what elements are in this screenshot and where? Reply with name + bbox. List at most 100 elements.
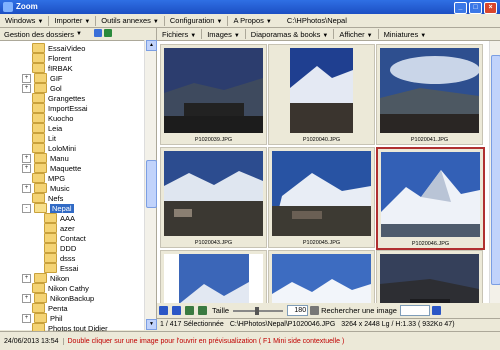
expand-icon [22,65,29,72]
thumbnail-image [164,254,263,303]
menu-images[interactable]: Images ▼ [202,30,245,39]
chevron-down-icon: ▼ [84,19,91,25]
prev-arrow-icon[interactable] [159,306,168,315]
slider-knob[interactable] [255,306,260,315]
expand-icon [22,145,29,152]
thumbnail-grid: P1020039.JPG P1020040.JPG P1020041.JPG P102… [157,41,490,303]
selection-count: 1 / 417 Sélectionnée [160,321,224,328]
image-toolbar: Taille 180 Rechercher une image [157,304,500,317]
zoom-icon[interactable] [310,306,320,315]
expand-icon [22,125,29,132]
image-thumbnail[interactable]: P1020046.JPG [376,147,485,250]
scroll-thumb[interactable] [491,55,500,285]
image-thumbnail[interactable]: P1020043.JPG [160,147,267,248]
menu-outils-annexes[interactable]: Outils annexes ▼ [96,16,164,25]
image-thumbnail[interactable]: P1020041.JPG [376,44,483,145]
expand-icon [22,175,29,182]
thumbnail-image [164,151,263,236]
search-label: Rechercher une image [321,306,397,315]
window-title: Zoom [16,2,38,11]
folder-view-icon[interactable] [94,29,102,37]
menu-importer[interactable]: Importer ▼ [49,16,95,25]
image-thumbnail[interactable] [376,250,483,303]
current-path: C:\HPhotos\Nepal [286,16,347,25]
image-metadata: 3264 x 2448 Lg / H:1.33 ( 932Ko 47) [341,321,455,328]
image-thumbnail[interactable]: P1020045.JPG [268,147,375,248]
thumbnail-image [272,151,371,236]
scroll-up-icon[interactable]: ▲ [146,40,157,51]
expand-icon [34,265,41,272]
next-arrow-icon[interactable] [172,306,181,315]
tree-item-label: Photos tout Didier [48,323,108,332]
thumbnail-caption: P1020039.JPG [194,137,233,143]
image-pane-menu: Fichiers ▼ Images ▼ Diaporamas & books ▼ Af… [157,28,500,41]
folder-tree: EssaiVideo Florent fIRBAK + GIF + Gol Grangette… [0,41,156,331]
selection-info: 1 / 417 Sélectionnée C:\HPhotos\Nepal\P1… [157,318,500,330]
expand-icon [34,255,41,262]
expand-icon [22,305,29,312]
image-thumbnail[interactable] [160,250,267,303]
thumbnail-grid-icon[interactable] [185,306,194,315]
thumbnail-list-icon[interactable] [198,306,207,315]
scroll-thumb[interactable] [146,160,157,208]
zoom-input[interactable]: 180 [287,305,309,316]
main-menubar: Windows ▼ Importer ▼ Outils annexes ▼ Confi… [0,14,500,28]
chevron-down-icon: ▼ [322,32,329,39]
folder-pane-header[interactable]: Gestion des dossiers ▼ [0,28,156,41]
thumbnail-image [164,48,263,133]
expand-icon [34,215,41,222]
menu-diaporamas[interactable]: Diaporamas & books ▼ [246,30,334,39]
thumbnail-image [381,152,480,237]
thumbnail-caption: P1020046.JPG [411,241,450,247]
thumbnail-image [380,254,479,303]
thumbnail-image [272,48,371,133]
menu-miniatures[interactable]: Miniatures ▼ [379,30,432,39]
tree-item[interactable]: Photos tout Didier [22,322,108,331]
image-thumbnail[interactable] [268,250,375,303]
chevron-down-icon: ▼ [152,19,159,25]
title-bar: Zoom _ □ × [0,0,500,14]
expand-icon [22,135,29,142]
image-pane: Fichiers ▼ Images ▼ Diaporamas & books ▼ Af… [157,28,500,330]
chevron-down-icon: ▼ [233,32,240,39]
thumbnail-size-slider[interactable] [233,306,284,315]
image-thumbnail[interactable]: P1020039.JPG [160,44,267,145]
menu-configuration[interactable]: Configuration ▼ [165,16,228,25]
expand-icon [22,285,29,292]
chevron-down-icon: ▼ [190,32,197,39]
folder-pane: Gestion des dossiers ▼ EssaiVideo Florent… [0,28,157,331]
menu-afficher[interactable]: Afficher ▼ [334,30,377,39]
scroll-down-icon[interactable]: ▼ [146,319,157,330]
menu-windows[interactable]: Windows ▼ [0,16,48,25]
chevron-down-icon: ▼ [366,32,373,39]
thumbnail-scrollbar[interactable] [489,41,500,303]
thumbnail-caption: P1020043.JPG [194,240,233,246]
menu-fichiers[interactable]: Fichiers ▼ [157,30,201,39]
collapse-icon[interactable]: - [22,203,31,213]
status-bar: 24/06/2013 13:54 Double cliquer sur une … [0,331,500,350]
app-icon [3,2,13,12]
search-icon[interactable] [431,306,441,315]
status-date: 24/06/2013 13:54 [0,338,64,345]
chevron-down-icon: ▼ [265,19,272,25]
maximize-button[interactable]: □ [469,2,482,14]
expand-icon [22,55,29,62]
expand-icon [34,245,41,252]
chevron-down-icon: ▼ [216,19,223,25]
folder-icon [32,323,45,331]
minimize-button[interactable]: _ [454,2,467,14]
thumbnail-caption: P1020045.JPG [302,240,341,246]
expand-icon [22,95,29,102]
close-button[interactable]: × [484,2,497,14]
thumbnail-caption: P1020040.JPG [302,137,341,143]
refresh-icon[interactable] [104,29,112,37]
expand-icon [34,235,41,242]
chevron-down-icon: ▼ [76,31,82,37]
folder-tree-scrollbar[interactable]: ▲ ▼ [144,40,157,330]
expand-icon [22,45,29,52]
image-thumbnail[interactable]: P1020040.JPG [268,44,375,145]
expand-icon [22,195,29,202]
menu-a-propos[interactable]: A Propos ▼ [228,16,276,25]
search-input[interactable] [399,305,430,316]
expand-icon [22,115,29,122]
